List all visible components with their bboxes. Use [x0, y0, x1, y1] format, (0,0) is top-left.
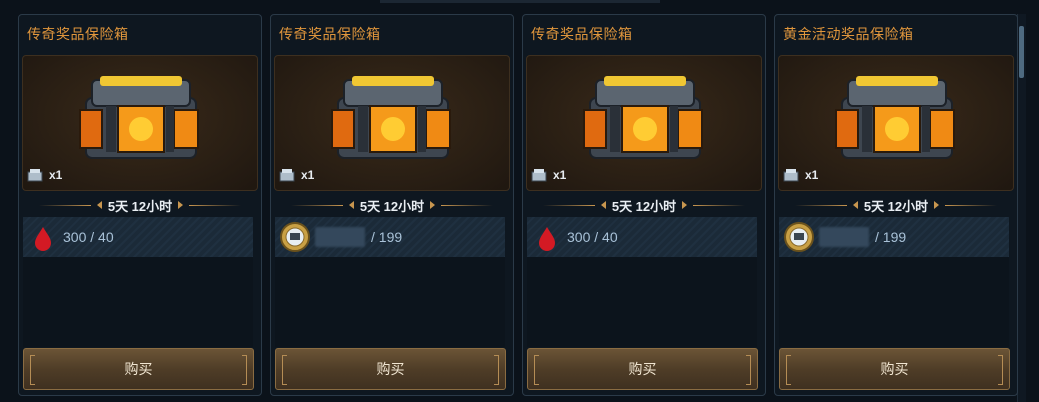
- arrow-left-icon: [348, 201, 354, 209]
- chest-small-icon: [27, 169, 43, 182]
- shop-card[interactable]: 传奇奖品保险箱 x1 5天 12小时: [18, 14, 262, 396]
- card-title: 传奇奖品保险箱: [27, 26, 129, 42]
- shop-card[interactable]: 传奇奖品保险箱 x1 5天 12小时: [270, 14, 514, 396]
- shop-card[interactable]: 黄金活动奖品保险箱 x1 5天 12小时 / 199 购买: [774, 14, 1018, 396]
- chest-icon: [79, 76, 199, 159]
- chest-small-icon: [531, 169, 547, 182]
- quantity: x1: [279, 168, 314, 182]
- chest-artwork: x1: [778, 55, 1014, 191]
- arrow-left-icon: [600, 201, 606, 209]
- chest-icon: [583, 76, 703, 159]
- chest-small-icon: [783, 169, 799, 182]
- countdown-timer: 5天 12小时: [274, 196, 510, 214]
- gold-medal-icon: [784, 222, 814, 252]
- arrow-right-icon: [430, 201, 436, 209]
- countdown-timer: 5天 12小时: [22, 196, 258, 214]
- card-body: [779, 257, 1009, 347]
- scrollbar-thumb[interactable]: [1019, 26, 1024, 78]
- card-title: 黄金活动奖品保险箱: [783, 26, 914, 42]
- countdown-timer: 5天 12小时: [778, 196, 1014, 214]
- card-title: 传奇奖品保险箱: [279, 26, 381, 42]
- arrow-right-icon: [934, 201, 940, 209]
- arrow-left-icon: [852, 201, 858, 209]
- buy-button[interactable]: 购买: [23, 348, 254, 390]
- card-body: [527, 257, 757, 347]
- chest-artwork: x1: [274, 55, 510, 191]
- blood-drop-icon: [35, 227, 51, 251]
- cost-row: / 199: [779, 217, 1009, 257]
- buy-button[interactable]: 购买: [779, 348, 1010, 390]
- quantity: x1: [531, 168, 566, 182]
- blurred-amount: [819, 227, 869, 247]
- card-title: 传奇奖品保险箱: [531, 26, 633, 42]
- arrow-right-icon: [178, 201, 184, 209]
- chest-artwork: x1: [526, 55, 762, 191]
- gold-medal-icon: [280, 222, 310, 252]
- shop-card[interactable]: 传奇奖品保险箱 x1 5天 12小时: [522, 14, 766, 396]
- arrow-right-icon: [682, 201, 688, 209]
- arrow-left-icon: [96, 201, 102, 209]
- cost-row: / 199: [275, 217, 505, 257]
- card-body: [275, 257, 505, 347]
- countdown-timer: 5天 12小时: [526, 196, 762, 214]
- card-body: [23, 257, 253, 347]
- quantity: x1: [27, 168, 62, 182]
- buy-button[interactable]: 购买: [527, 348, 758, 390]
- top-divider: [380, 0, 660, 3]
- chest-icon: [835, 76, 955, 159]
- quantity: x1: [783, 168, 818, 182]
- cost-row: 300 / 40: [527, 217, 757, 257]
- chest-small-icon: [279, 169, 295, 182]
- cost-row: 300 / 40: [23, 217, 253, 257]
- chest-icon: [331, 76, 451, 159]
- blood-drop-icon: [539, 227, 555, 251]
- buy-button[interactable]: 购买: [275, 348, 506, 390]
- chest-artwork: x1: [22, 55, 258, 191]
- blurred-amount: [315, 227, 365, 247]
